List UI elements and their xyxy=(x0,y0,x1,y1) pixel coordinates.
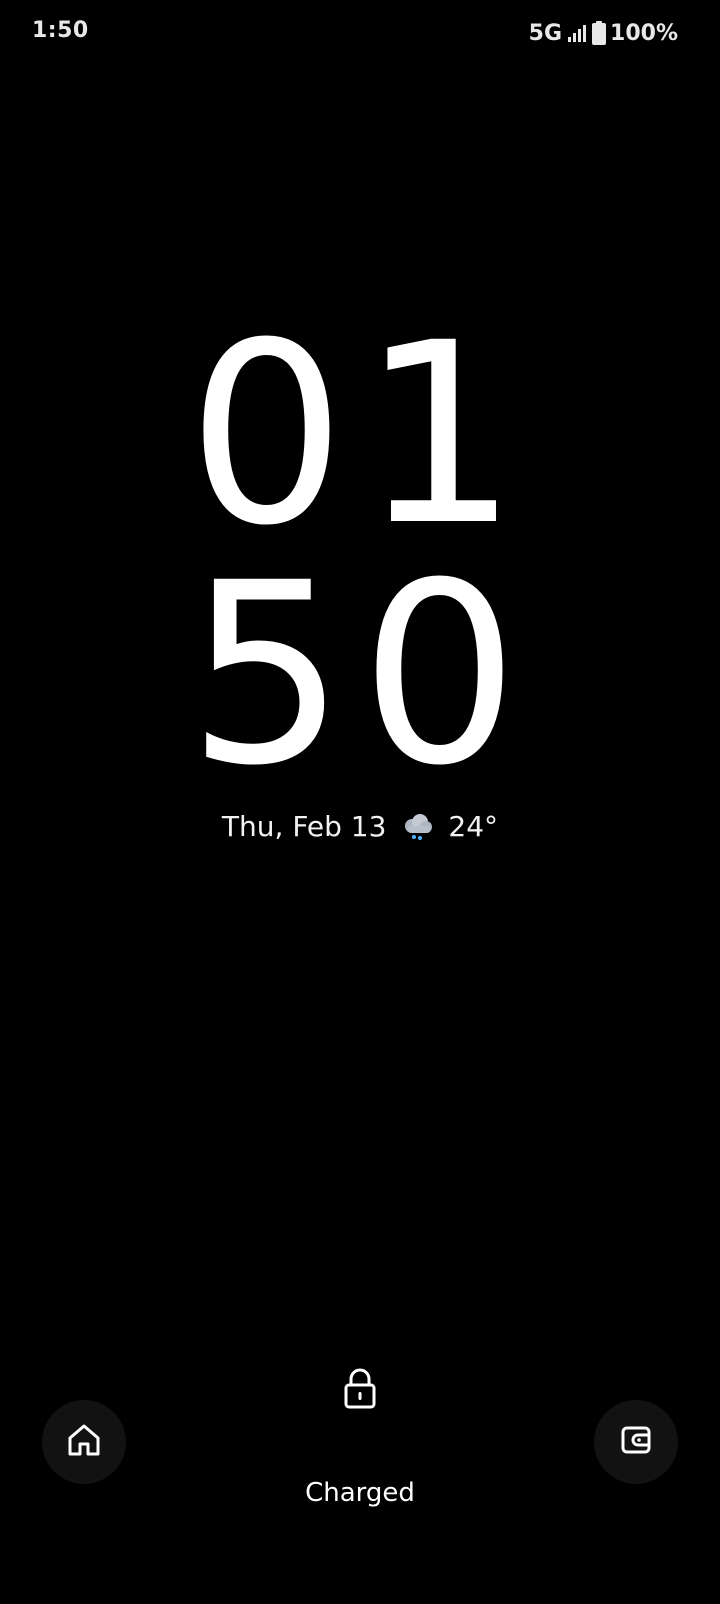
status-bar: 1:50 5G 100% xyxy=(0,0,720,68)
date-text: Thu, Feb 13 xyxy=(221,810,387,843)
temperature-text: 24° xyxy=(448,810,499,843)
wallet-shortcut-button[interactable] xyxy=(594,1400,678,1484)
signal-bars-icon xyxy=(566,22,588,44)
cloud-drizzle-icon xyxy=(400,812,434,842)
wallet-icon xyxy=(616,1420,656,1464)
home-icon xyxy=(64,1420,104,1464)
status-indicators: 5G 100% xyxy=(529,18,678,48)
status-time: 1:50 xyxy=(32,18,89,43)
home-shortcut-button[interactable] xyxy=(42,1400,126,1484)
battery-level: 100% xyxy=(610,20,678,46)
clock-hours: 01 xyxy=(186,289,534,580)
charging-status-text: Charged xyxy=(305,1478,415,1508)
network-type: 5G xyxy=(528,20,563,46)
lock-screen: 1:50 5G 100% 01 50 Thu, Feb 13 24° Charg… xyxy=(0,0,720,1604)
date-weather-row[interactable]: Thu, Feb 13 24° xyxy=(0,810,720,843)
clock-minutes: 50 xyxy=(186,529,534,820)
lock-icon[interactable] xyxy=(336,1364,384,1412)
battery-full-icon xyxy=(592,21,607,45)
